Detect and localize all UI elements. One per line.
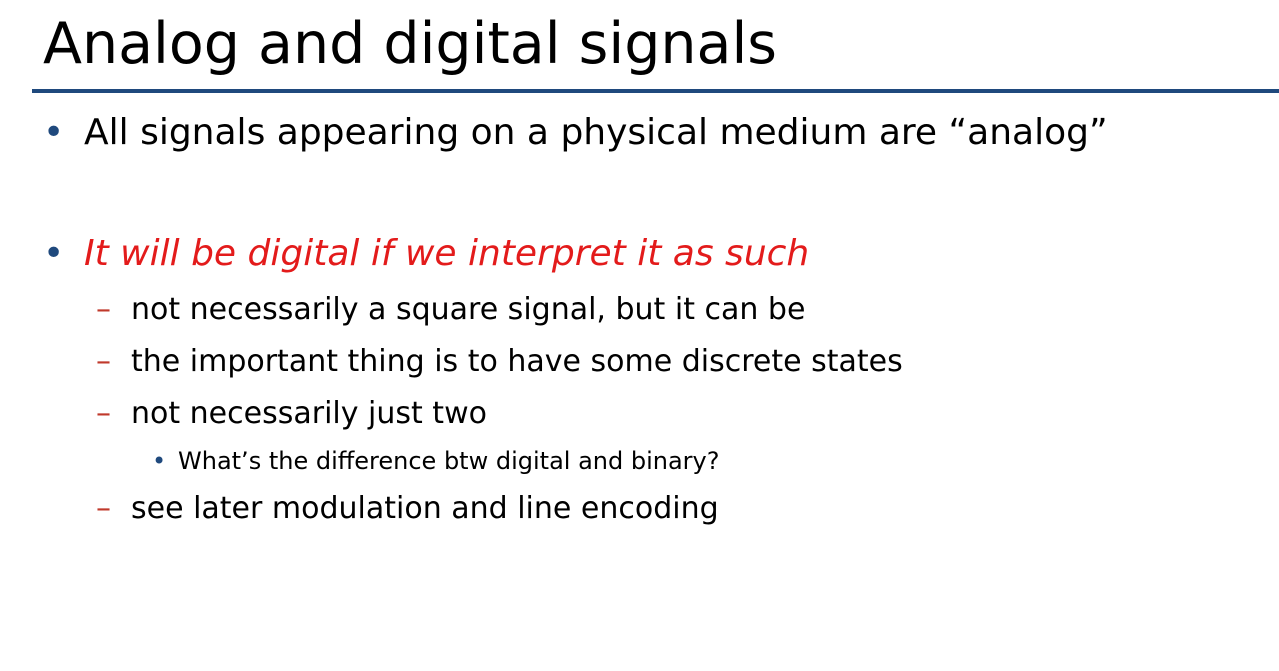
bullet-marker: • [43, 112, 65, 153]
dash-marker: – [96, 396, 111, 431]
bullet-marker: • [152, 447, 167, 475]
bullet-marker: • [43, 233, 65, 274]
sub-bullet-text: see later modulation and line encoding [131, 491, 719, 526]
bullet-text: All signals appearing on a physical medi… [84, 112, 1108, 153]
emphasis-bullet-text: It will be digital if we interpret it as… [84, 233, 810, 274]
sub-bullet-text: not necessarily just two [131, 396, 487, 431]
title-underline [32, 89, 1279, 93]
dash-marker: – [96, 344, 111, 379]
slide: Analog and digital signals • All signals… [0, 0, 1279, 671]
dash-marker: – [96, 292, 111, 327]
sub-bullet-text: the important thing is to have some disc… [131, 344, 903, 379]
slide-title: Analog and digital signals [43, 11, 777, 77]
dash-marker: – [96, 491, 111, 526]
sub-bullet-text: not necessarily a square signal, but it … [131, 292, 806, 327]
sub-sub-bullet-text: What’s the difference btw digital and bi… [178, 447, 720, 475]
